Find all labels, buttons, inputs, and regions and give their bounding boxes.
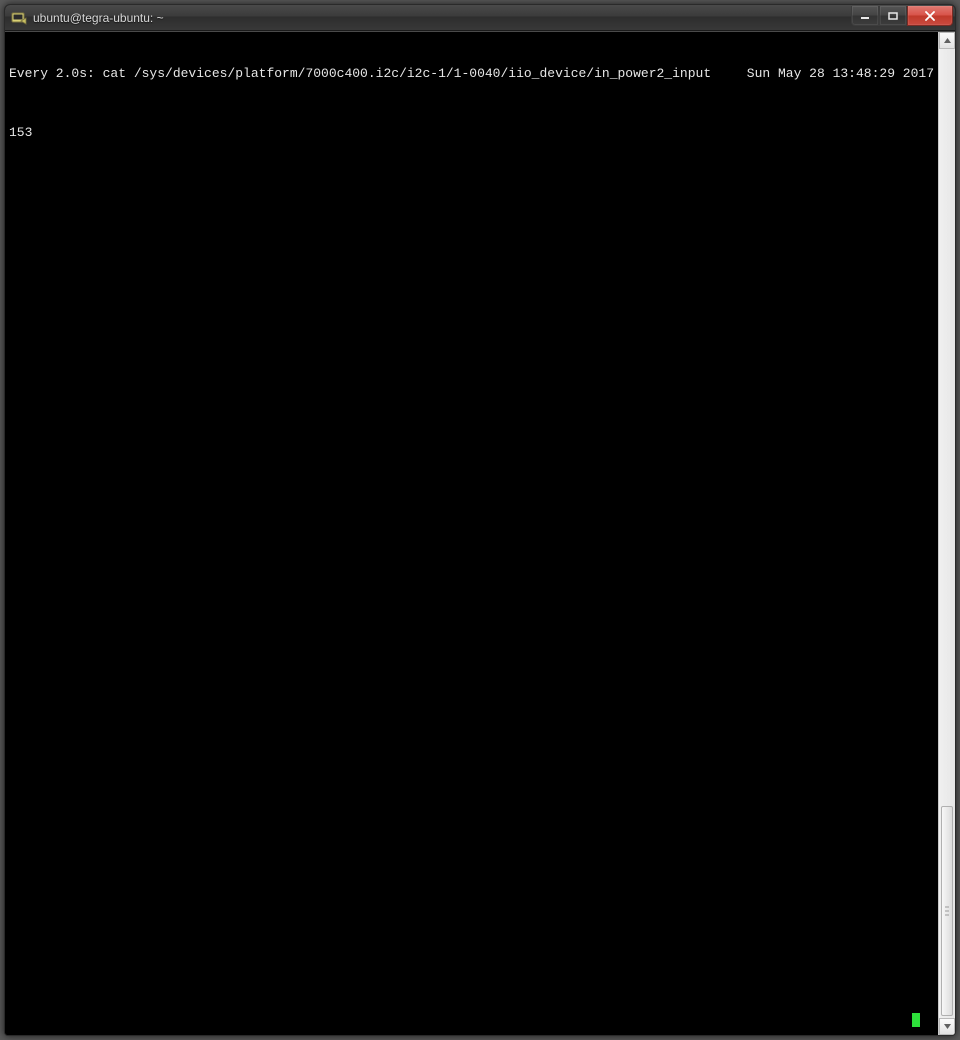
scrollbar-grip-icon: [945, 907, 949, 916]
maximize-button[interactable]: [879, 6, 907, 26]
window-controls: [851, 6, 953, 26]
watch-header-line: Every 2.0s: cat /sys/devices/platform/70…: [9, 66, 936, 81]
scrollbar-track[interactable]: [939, 49, 955, 1018]
window-title: ubuntu@tegra-ubuntu: ~: [33, 11, 851, 25]
close-button[interactable]: [907, 6, 953, 26]
app-icon: [11, 10, 27, 26]
watch-output: 153: [9, 125, 936, 140]
scroll-down-button[interactable]: [939, 1018, 955, 1035]
minimize-button[interactable]: [851, 6, 879, 26]
vertical-scrollbar[interactable]: [938, 32, 955, 1035]
scroll-up-button[interactable]: [939, 32, 955, 49]
putty-window: ubuntu@tegra-ubuntu: ~ Every 2.0s: cat /…: [4, 4, 956, 1036]
client-area: Every 2.0s: cat /sys/devices/platform/70…: [5, 31, 955, 1035]
scrollbar-thumb[interactable]: [941, 806, 953, 1016]
terminal-cursor: [912, 1013, 920, 1027]
terminal[interactable]: Every 2.0s: cat /sys/devices/platform/70…: [5, 32, 938, 1035]
titlebar[interactable]: ubuntu@tegra-ubuntu: ~: [5, 5, 955, 31]
watch-command: Every 2.0s: cat /sys/devices/platform/70…: [9, 66, 711, 81]
watch-timestamp: Sun May 28 13:48:29 2017: [747, 66, 936, 81]
